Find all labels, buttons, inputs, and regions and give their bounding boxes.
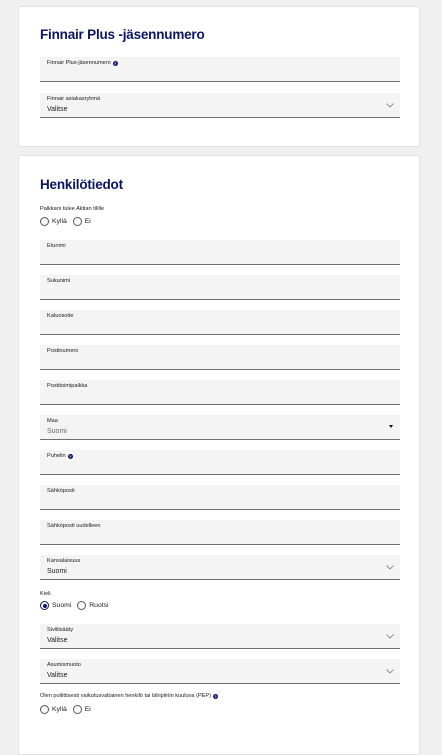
salary-account-radio-group: Kyllä Ei: [40, 217, 91, 226]
marital-status-select[interactable]: Siviilisääty Valitse: [40, 624, 400, 649]
radio-suomi-selected[interactable]: [40, 601, 49, 610]
last-name-field[interactable]: Sukunimi: [40, 275, 400, 300]
chevron-down-icon: [386, 669, 394, 674]
chevron-down-icon: [386, 565, 394, 570]
nationality-value: Suomi: [47, 568, 67, 575]
member-number-field[interactable]: Finnair Plus-jäsennumero ?: [40, 57, 400, 82]
customer-group-value: Valitse: [47, 106, 68, 113]
radio-yes-label: Kyllä: [52, 218, 67, 225]
country-label: Maa: [47, 418, 58, 424]
phone-label: Puhelin ?: [47, 453, 73, 459]
radio-pep-yes[interactable]: [40, 705, 49, 714]
help-icon[interactable]: ?: [67, 453, 73, 459]
phone-field[interactable]: Puhelin ?: [40, 450, 400, 475]
chevron-down-icon: [386, 103, 394, 108]
help-icon[interactable]: ?: [112, 60, 118, 66]
radio-no[interactable]: [72, 217, 82, 226]
nationality-label: Kansalaisuus: [47, 558, 81, 564]
nationality-select[interactable]: Kansalaisuus Suomi: [40, 555, 400, 580]
marital-status-value: Valitse: [47, 637, 68, 644]
radio-pep-yes-label: Kyllä: [52, 706, 67, 713]
customer-group-select[interactable]: Finnair asiakasryhmä Valitse: [40, 93, 400, 118]
radio-yes[interactable]: [40, 217, 49, 226]
first-name-field[interactable]: Etunimi: [40, 240, 400, 265]
pep-radio-group: Kyllä Ei: [40, 705, 91, 714]
street-field[interactable]: Katuosoite: [40, 310, 400, 335]
radio-pep-no-label: Ei: [84, 706, 91, 713]
member-number-label: Finnair Plus-jäsennumero ?: [47, 60, 118, 66]
email-field[interactable]: Sähköposti: [40, 485, 400, 510]
radio-suomi-label: Suomi: [52, 602, 72, 609]
housing-value: Valitse: [47, 672, 68, 679]
pep-question: Olen poliittisesti vaikutusvaltainen hen…: [40, 693, 219, 699]
country-value: Suomi: [47, 428, 67, 435]
first-name-label: Etunimi: [47, 243, 66, 249]
email-repeat-label: Sähköposti uudelleen: [47, 523, 101, 529]
last-name-label: Sukunimi: [47, 278, 71, 284]
marital-status-label: Siviilisääty: [47, 627, 74, 633]
language-radio-group: Suomi Ruotsi: [40, 601, 109, 610]
housing-label: Asumismuoto: [47, 662, 81, 668]
country-select[interactable]: Maa Suomi: [40, 415, 400, 440]
pep-question-text: Olen poliittisesti vaikutusvaltainen hen…: [40, 693, 212, 699]
radio-no-label: Ei: [84, 218, 91, 225]
language-label: Kieli: [40, 591, 51, 597]
membership-title: Finnair Plus -jäsennumero: [40, 27, 205, 42]
chevron-down-icon: [386, 634, 394, 639]
email-repeat-field[interactable]: Sähköposti uudelleen: [40, 520, 400, 545]
postal-code-field[interactable]: Postinumero: [40, 345, 400, 370]
language-suomi-option[interactable]: Suomi: [40, 601, 71, 610]
membership-card: Finnair Plus -jäsennumero Finnair Plus-j…: [18, 6, 420, 147]
salary-account-question: Palkkani tulee Aktian tilille: [40, 206, 105, 212]
salary-account-yes-option[interactable]: Kyllä: [40, 217, 67, 226]
city-field[interactable]: Postitoimipaikka: [40, 380, 400, 405]
radio-ruotsi[interactable]: [77, 601, 87, 610]
caret-down-icon: [389, 425, 393, 428]
salary-account-no-option[interactable]: Ei: [72, 217, 91, 226]
language-ruotsi-option[interactable]: Ruotsi: [77, 601, 109, 610]
personal-card: Henkilötiedot Palkkani tulee Aktian tili…: [18, 155, 420, 755]
pep-yes-option[interactable]: Kyllä: [40, 705, 67, 714]
pep-no-option[interactable]: Ei: [72, 705, 91, 714]
help-icon[interactable]: ?: [213, 693, 219, 699]
member-number-label-text: Finnair Plus-jäsennumero: [47, 60, 111, 66]
personal-title: Henkilötiedot: [40, 177, 123, 192]
street-label: Katuosoite: [47, 313, 74, 319]
housing-select[interactable]: Asumismuoto Valitse: [40, 659, 400, 684]
radio-ruotsi-label: Ruotsi: [89, 602, 109, 609]
email-label: Sähköposti: [47, 488, 75, 494]
radio-pep-no[interactable]: [72, 705, 82, 714]
phone-label-text: Puhelin: [47, 453, 66, 459]
customer-group-label: Finnair asiakasryhmä: [47, 96, 101, 102]
city-label: Postitoimipaikka: [47, 383, 88, 389]
postal-code-label: Postinumero: [47, 348, 79, 354]
